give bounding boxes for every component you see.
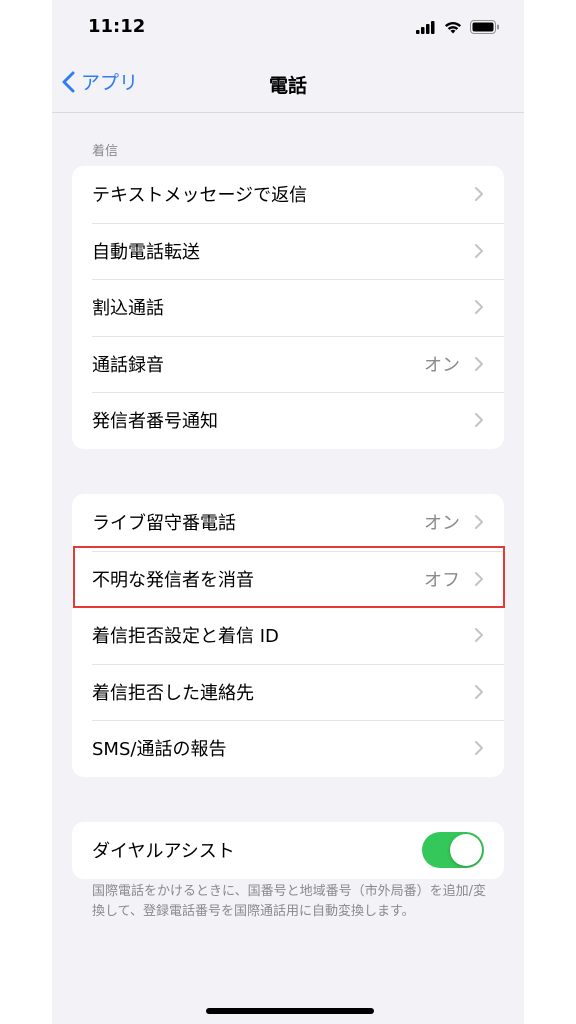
settings-group-incoming: テキストメッセージで返信 自動電話転送 割込通話 通話録音 オン 発信者番号通知: [72, 166, 504, 449]
row-call-waiting[interactable]: 割込通話: [72, 279, 504, 336]
chevron-right-icon: [475, 243, 483, 258]
navigation-bar: アプリ 電話: [52, 56, 524, 113]
row-label: 自動電話転送: [92, 241, 200, 263]
row-call-blocking-id[interactable]: 着信拒否設定と着信 ID: [72, 607, 504, 664]
row-call-forwarding[interactable]: 自動電話転送: [72, 222, 504, 280]
row-live-voicemail[interactable]: ライブ留守番電話 オン: [72, 494, 504, 551]
chevron-right-icon: [475, 741, 483, 756]
chevron-right-icon: [475, 684, 483, 699]
row-call-recording[interactable]: 通話録音 オン: [72, 335, 504, 393]
page-title: 電話: [268, 75, 307, 97]
highlight-box: [73, 546, 505, 608]
chevron-right-icon: [475, 300, 483, 315]
toggle-knob: [450, 834, 482, 867]
row-sms-call-reporting[interactable]: SMS/通話の報告: [72, 720, 504, 777]
row-dial-assist: ダイヤルアシスト: [72, 822, 504, 879]
row-value: オン: [424, 513, 460, 535]
status-icons: [416, 20, 500, 34]
row-caller-id[interactable]: 発信者番号通知: [72, 392, 504, 449]
row-reply-with-text[interactable]: テキストメッセージで返信: [72, 166, 504, 223]
home-indicator[interactable]: [206, 1008, 374, 1014]
chevron-right-icon: [475, 356, 483, 371]
row-label: ダイヤルアシスト: [92, 841, 235, 863]
chevron-right-icon: [475, 187, 483, 202]
row-value: オン: [424, 354, 460, 376]
row-label: テキストメッセージで返信: [92, 185, 308, 207]
dial-assist-footnote: 国際電話をかけるときに、国番号と地域番号（市外局番）を追加/変換して、登録電話番…: [92, 884, 486, 919]
row-label: 発信者番号通知: [92, 411, 218, 433]
settings-group-calls: ライブ留守番電話 オン 不明な発信者を消音 オフ 着信拒否設定と着信 ID 着信…: [72, 494, 504, 777]
settings-group-dial-assist: ダイヤルアシスト: [72, 822, 504, 879]
row-label: 通話録音: [92, 354, 164, 376]
status-bar: 11:12: [52, 0, 524, 56]
chevron-right-icon: [475, 413, 483, 428]
row-label: 割込通話: [92, 298, 164, 320]
dial-assist-toggle[interactable]: [422, 832, 484, 869]
signal-icon: [416, 20, 435, 34]
row-label: 着信拒否した連絡先: [92, 682, 254, 704]
settings-screen: 11:12 アプリ 電話 着信 テキストメッセージで返信 自動電話転送 割込通話…: [52, 0, 524, 1024]
chevron-right-icon: [475, 628, 483, 643]
battery-icon: [470, 20, 499, 34]
status-time: 11:12: [88, 16, 146, 37]
row-label: SMS/通話の報告: [92, 739, 227, 761]
wifi-icon: [445, 21, 461, 33]
row-label: ライブ留守番電話: [92, 513, 236, 535]
row-blocked-contacts[interactable]: 着信拒否した連絡先: [72, 663, 504, 721]
row-label: 着信拒否設定と着信 ID: [92, 626, 279, 648]
chevron-right-icon: [475, 515, 483, 530]
section-header-incoming: 着信: [92, 144, 119, 159]
